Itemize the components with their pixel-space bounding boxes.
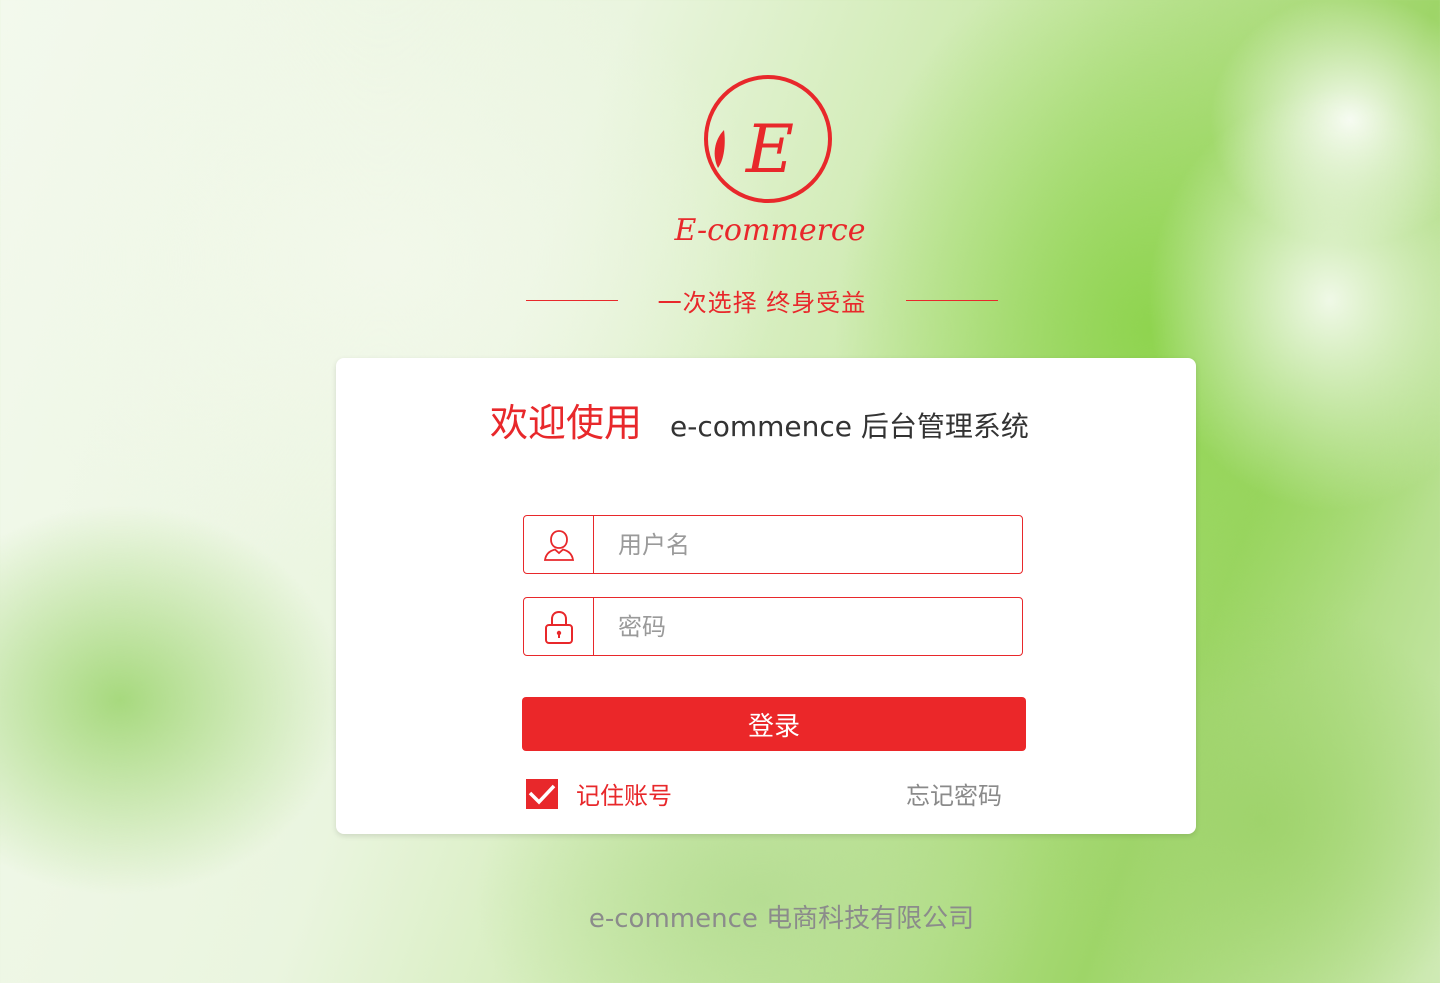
slogan: 一次选择 终身受益 (526, 282, 998, 318)
login-card: 欢迎使用 e-commence 后台管理系统 登录 (336, 358, 1196, 834)
remember-account[interactable]: 记住账号 (526, 776, 672, 811)
user-icon (524, 516, 594, 573)
lock-icon (524, 598, 594, 655)
slogan-divider-left (526, 299, 618, 301)
login-button[interactable]: 登录 (522, 697, 1026, 751)
system-name: e-commence 后台管理系统 (670, 410, 1029, 443)
remember-label: 记住账号 (576, 782, 672, 810)
password-input[interactable] (594, 598, 1022, 655)
password-field[interactable] (523, 597, 1023, 656)
remember-checkbox[interactable] (526, 778, 558, 809)
slogan-divider-right (905, 299, 998, 301)
welcome-title: 欢迎使用 (490, 401, 643, 445)
check-icon (528, 784, 556, 805)
welcome-heading: 欢迎使用 e-commence 后台管理系统 (490, 392, 1029, 447)
brand-logo: E E-commerce (666, 70, 876, 250)
slogan-text: 一次选择 终身受益 (657, 288, 867, 317)
logo-wordmark: E-commerce (673, 213, 865, 248)
company-footer: e-commence 电商科技有限公司 (588, 904, 975, 934)
forgot-password-link[interactable]: 忘记密码 (906, 776, 1002, 811)
logo-letter: E (745, 111, 794, 188)
username-field[interactable] (523, 515, 1023, 574)
username-input[interactable] (594, 516, 1022, 573)
